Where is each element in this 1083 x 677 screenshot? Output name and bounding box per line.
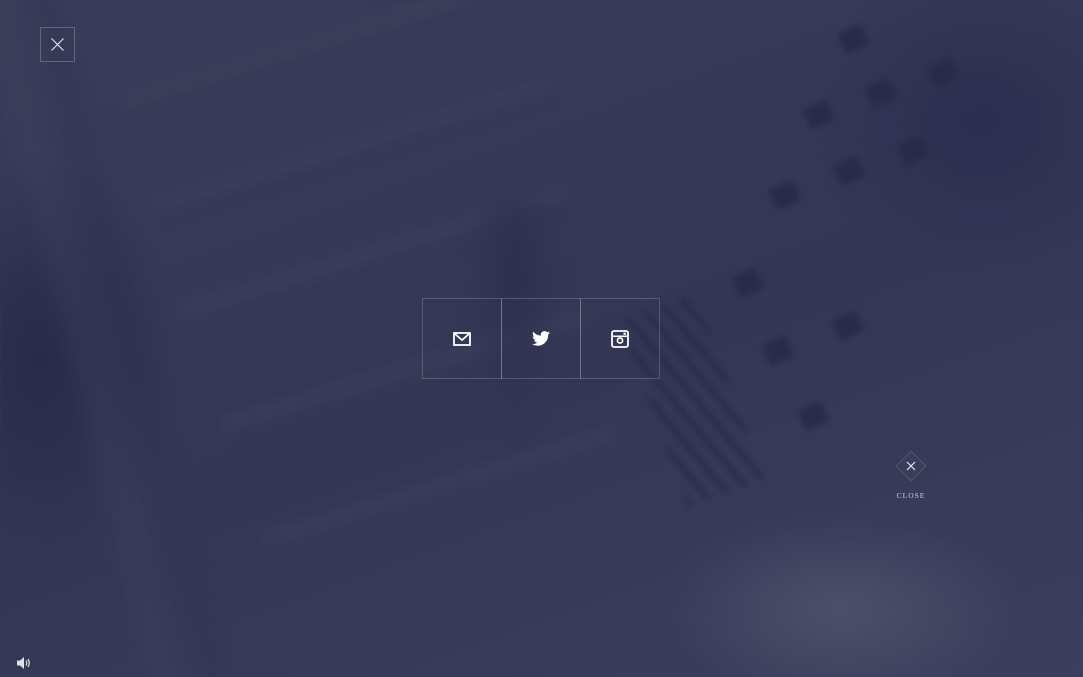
share-instagram-button[interactable] (580, 298, 660, 379)
close-button[interactable] (40, 27, 75, 62)
twitter-icon (532, 331, 550, 346)
share-twitter-button[interactable] (501, 298, 581, 379)
close-icon (906, 461, 916, 471)
mail-icon (453, 331, 471, 346)
share-buttons (422, 298, 660, 379)
speaker-icon[interactable] (16, 656, 32, 670)
share-email-button[interactable] (422, 298, 502, 379)
instagram-icon (611, 329, 629, 348)
diamond-close-button[interactable]: CLOSE (886, 450, 936, 506)
close-icon (51, 38, 64, 51)
close-label: CLOSE (896, 491, 926, 500)
share-overlay: CLOSE (0, 0, 1083, 677)
